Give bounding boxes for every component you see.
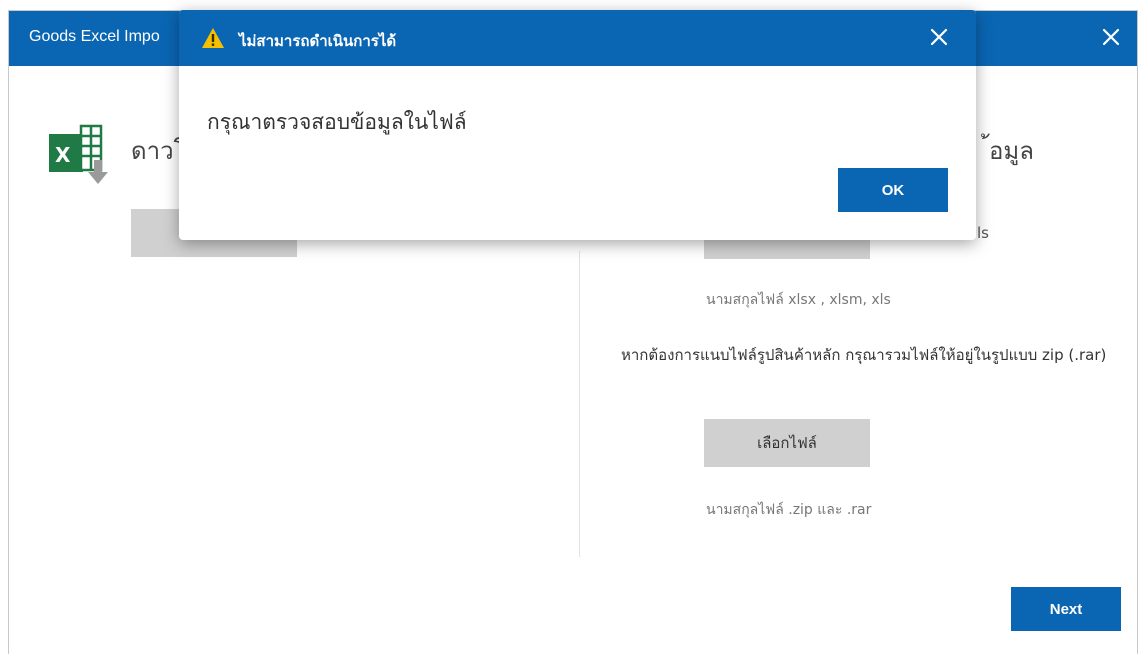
next-button[interactable]: Next	[1011, 587, 1121, 631]
window-close-icon[interactable]	[1099, 25, 1123, 49]
error-dialog: ไม่สามารถดำเนินการได้ กรุณาตรวจสอบข้อมูล…	[179, 10, 976, 240]
excel-ext-label: ls	[977, 224, 989, 242]
excel-ext-note: นามสกุลไฟล์ xlsx , xlsm, xls	[706, 292, 891, 308]
ok-button[interactable]: OK	[838, 168, 948, 212]
column-divider	[579, 251, 580, 557]
window-title: Goods Excel Impo	[29, 28, 160, 45]
dialog-header: ไม่สามารถดำเนินการได้	[179, 10, 976, 66]
dialog-title: ไม่สามารถดำเนินการได้	[239, 32, 397, 50]
warning-icon	[202, 28, 224, 48]
zip-ext-note: นามสกุลไฟล์ .zip และ .rar	[706, 502, 872, 518]
svg-text:X: X	[55, 143, 71, 167]
excel-download-icon: X	[49, 124, 108, 184]
dialog-message: กรุณาตรวจสอบข้อมูลในไฟล์	[207, 110, 467, 134]
dialog-close-icon[interactable]	[928, 26, 950, 48]
right-heading: ้อมูล	[989, 137, 1034, 165]
choose-zip-file-button[interactable]: เลือกไฟล์	[704, 419, 870, 467]
zip-instruction-text: หากต้องการแนบไฟล์รูปสินค้าหลัก กรุณารวมไ…	[621, 346, 1107, 364]
